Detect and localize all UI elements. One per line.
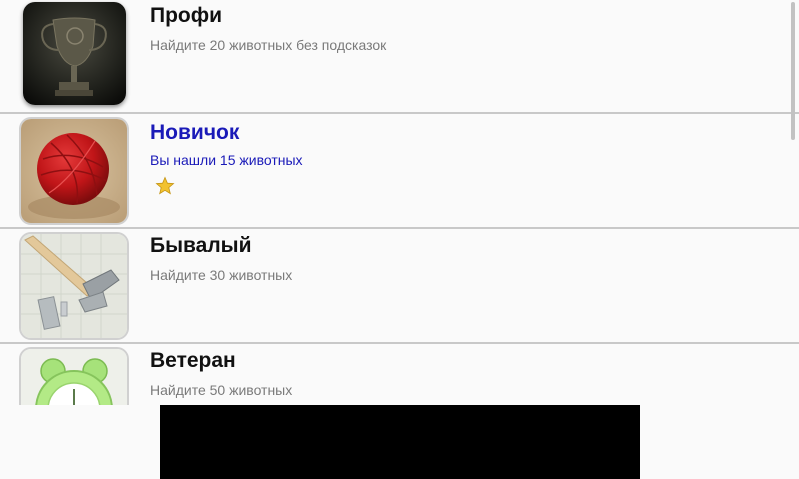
achievement-title: Профи — [150, 4, 223, 27]
achievement-item-novichok[interactable]: Новичок Вы нашли 15 животных — [0, 115, 799, 229]
achievement-title: Ветеран — [150, 349, 236, 372]
achievement-description: Найдите 20 животных без подсказок — [150, 37, 387, 53]
ad-banner-placeholder — [160, 405, 640, 479]
achievement-description: Найдите 50 животных — [150, 382, 293, 398]
trophy-icon — [23, 2, 126, 105]
alarm-clock-icon — [19, 347, 129, 405]
achievements-screen: Профи Найдите 20 животных без подсказок — [0, 0, 799, 479]
achievement-description: Вы нашли 15 животных — [150, 152, 303, 168]
achievement-item-byvaly[interactable]: Бывалый Найдите 30 животных — [0, 230, 799, 344]
achievement-item-veteran[interactable]: Ветеран Найдите 50 животных — [0, 345, 799, 405]
yarn-ball-icon — [19, 117, 129, 225]
star-icon — [155, 176, 175, 195]
achievement-description: Найдите 30 животных — [150, 267, 293, 283]
achievements-list[interactable]: Профи Найдите 20 животных без подсказок — [0, 0, 799, 405]
achievement-item-profi[interactable]: Профи Найдите 20 животных без подсказок — [0, 0, 799, 114]
achievement-title: Бывалый — [150, 234, 252, 257]
achievement-title: Новичок — [150, 121, 240, 144]
list-scrollbar[interactable] — [791, 2, 795, 140]
hammer-icon — [19, 232, 129, 340]
